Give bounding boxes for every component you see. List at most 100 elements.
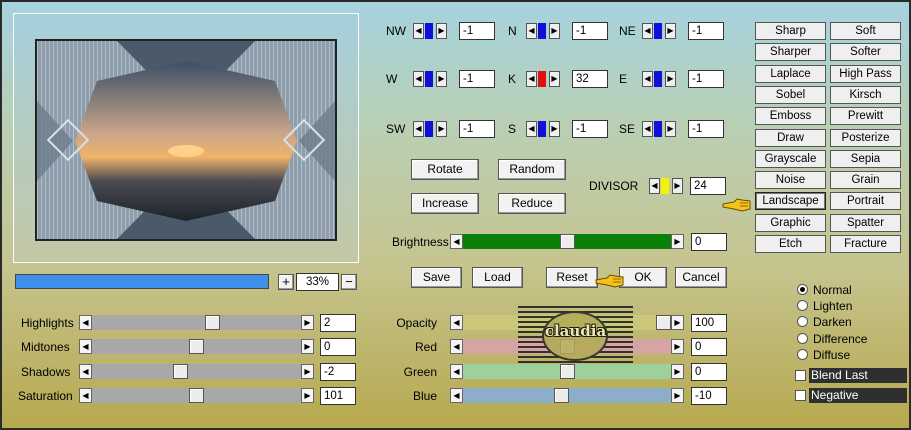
dir-e-field[interactable]: -1: [688, 70, 724, 88]
dir-se-field[interactable]: -1: [688, 120, 724, 138]
decrease-arrow-icon[interactable]: ◀: [526, 121, 537, 137]
preset-portrait-button[interactable]: Portrait: [830, 192, 901, 211]
preset-spatter-button[interactable]: Spatter: [830, 213, 901, 232]
decrease-arrow-icon[interactable]: ◀: [413, 23, 424, 39]
preset-high-pass-button[interactable]: High Pass: [830, 64, 901, 83]
midtones-slider[interactable]: ◀ ▶: [79, 339, 314, 354]
slider-left-arrow-icon[interactable]: ◀: [450, 364, 463, 379]
slider-right-arrow-icon[interactable]: ▶: [301, 315, 314, 330]
shadows-slider[interactable]: ◀ ▶: [79, 364, 314, 379]
dir-n-field[interactable]: -1: [572, 22, 608, 40]
dir-e-spinner[interactable]: ◀ ▶: [642, 71, 676, 87]
increase-button[interactable]: Increase: [411, 193, 479, 214]
slider-right-arrow-icon[interactable]: ▶: [671, 364, 684, 379]
preset-prewitt-button[interactable]: Prewitt: [830, 107, 901, 126]
dir-k-field[interactable]: 32: [572, 70, 608, 88]
slider-right-arrow-icon[interactable]: ▶: [301, 339, 314, 354]
blend-last-row[interactable]: Blend Last: [795, 368, 907, 383]
slider-left-arrow-icon[interactable]: ◀: [79, 388, 92, 403]
dir-ne-field[interactable]: -1: [688, 22, 724, 40]
dir-ne-spinner[interactable]: ◀ ▶: [642, 23, 676, 39]
decrease-arrow-icon[interactable]: ◀: [642, 23, 653, 39]
preset-graphic-button[interactable]: Graphic: [755, 213, 826, 232]
preset-emboss-button[interactable]: Emboss: [755, 107, 826, 126]
divisor-spinner[interactable]: ◀ ▶: [649, 178, 683, 194]
dir-sw-field[interactable]: -1: [459, 120, 495, 138]
blend-darken-radio[interactable]: [797, 316, 808, 328]
increase-arrow-icon[interactable]: ▶: [665, 23, 676, 39]
dir-n-spinner[interactable]: ◀ ▶: [526, 23, 560, 39]
slider-right-arrow-icon[interactable]: ▶: [671, 339, 684, 354]
dir-k-spinner[interactable]: ◀ ▶: [526, 71, 560, 87]
ok-button[interactable]: OK: [619, 267, 667, 288]
increase-arrow-icon[interactable]: ▶: [436, 121, 447, 137]
negative-row[interactable]: Negative: [795, 388, 907, 403]
slider-left-arrow-icon[interactable]: ◀: [450, 234, 463, 249]
green-slider-thumb[interactable]: [560, 364, 575, 379]
dir-w-field[interactable]: -1: [459, 70, 495, 88]
increase-arrow-icon[interactable]: ▶: [549, 71, 560, 87]
highlights-field[interactable]: 2: [320, 314, 356, 332]
highlights-slider-thumb[interactable]: [205, 315, 220, 330]
dir-se-spinner[interactable]: ◀ ▶: [642, 121, 676, 137]
blend-difference-radio[interactable]: [797, 332, 808, 344]
preset-grain-button[interactable]: Grain: [830, 171, 901, 190]
rotate-button[interactable]: Rotate: [411, 159, 479, 180]
preset-fracture-button[interactable]: Fracture: [830, 235, 901, 253]
slider-left-arrow-icon[interactable]: ◀: [79, 339, 92, 354]
preset-sepia-button[interactable]: Sepia: [830, 149, 901, 168]
preset-sharper-button[interactable]: Sharper: [755, 43, 826, 62]
reduce-button[interactable]: Reduce: [498, 193, 566, 214]
save-button[interactable]: Save: [411, 267, 462, 288]
slider-left-arrow-icon[interactable]: ◀: [79, 364, 92, 379]
preset-sobel-button[interactable]: Sobel: [755, 85, 826, 104]
midtones-slider-thumb[interactable]: [189, 339, 204, 354]
slider-right-arrow-icon[interactable]: ▶: [301, 388, 314, 403]
zoom-out-button[interactable]: −: [341, 274, 357, 290]
blend-last-checkbox[interactable]: [795, 370, 806, 381]
slider-left-arrow-icon[interactable]: ◀: [450, 315, 463, 330]
shadows-slider-thumb[interactable]: [173, 364, 188, 379]
dir-s-field[interactable]: -1: [572, 120, 608, 138]
preset-softer-button[interactable]: Softer: [830, 43, 901, 62]
increase-arrow-icon[interactable]: ▶: [549, 23, 560, 39]
blend-lighten-radio[interactable]: [797, 300, 808, 312]
increase-arrow-icon[interactable]: ▶: [436, 23, 447, 39]
saturation-field[interactable]: 101: [320, 387, 356, 405]
blue-slider-thumb[interactable]: [554, 388, 569, 403]
slider-right-arrow-icon[interactable]: ▶: [301, 364, 314, 379]
brightness-slider[interactable]: ◀ ▶: [450, 234, 684, 249]
opacity-field[interactable]: 100: [691, 314, 727, 332]
decrease-arrow-icon[interactable]: ◀: [642, 71, 653, 87]
brightness-field[interactable]: 0: [691, 233, 727, 251]
increase-arrow-icon[interactable]: ▶: [665, 121, 676, 137]
reset-button[interactable]: Reset: [546, 267, 598, 288]
green-slider[interactable]: ◀ ▶: [450, 364, 684, 379]
slider-right-arrow-icon[interactable]: ▶: [671, 234, 684, 249]
blend-diffuse-radio[interactable]: [797, 348, 808, 360]
preset-sharp-button[interactable]: Sharp: [755, 22, 826, 40]
dir-sw-spinner[interactable]: ◀ ▶: [413, 121, 447, 137]
increase-arrow-icon[interactable]: ▶: [672, 178, 683, 194]
preset-soft-button[interactable]: Soft: [830, 22, 901, 40]
negative-checkbox[interactable]: [795, 390, 806, 401]
load-button[interactable]: Load: [472, 267, 523, 288]
increase-arrow-icon[interactable]: ▶: [436, 71, 447, 87]
preset-posterize-button[interactable]: Posterize: [830, 128, 901, 147]
random-button[interactable]: Random: [498, 159, 566, 180]
opacity-slider-thumb[interactable]: [656, 315, 671, 330]
highlights-slider[interactable]: ◀ ▶: [79, 315, 314, 330]
slider-left-arrow-icon[interactable]: ◀: [450, 388, 463, 403]
decrease-arrow-icon[interactable]: ◀: [642, 121, 653, 137]
zoom-value[interactable]: 33%: [296, 273, 339, 291]
preset-laplace-button[interactable]: Laplace: [755, 64, 826, 83]
slider-left-arrow-icon[interactable]: ◀: [450, 339, 463, 354]
increase-arrow-icon[interactable]: ▶: [549, 121, 560, 137]
preset-noise-button[interactable]: Noise: [755, 171, 826, 190]
dir-w-spinner[interactable]: ◀ ▶: [413, 71, 447, 87]
decrease-arrow-icon[interactable]: ◀: [413, 121, 424, 137]
preset-draw-button[interactable]: Draw: [755, 128, 826, 147]
preset-landscape-button[interactable]: Landscape: [755, 192, 826, 211]
decrease-arrow-icon[interactable]: ◀: [413, 71, 424, 87]
dir-nw-field[interactable]: -1: [459, 22, 495, 40]
